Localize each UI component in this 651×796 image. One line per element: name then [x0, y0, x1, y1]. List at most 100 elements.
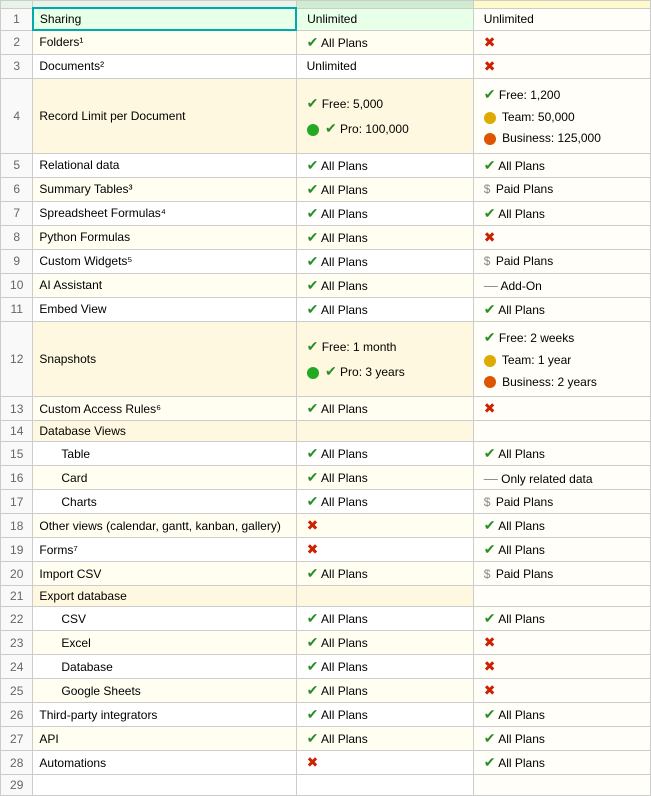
grist-cell: ✔ All Plans — [296, 655, 473, 679]
airtable-cell: ✔ All Plans — [473, 607, 650, 631]
airtable-cell: ✖ — [473, 679, 650, 703]
feature-cell: Relational data — [33, 153, 296, 177]
grist-cell: ✔ Free: 1 month ✔ Pro: 3 years — [296, 321, 473, 396]
grist-cell: ✔ All Plans — [296, 30, 473, 54]
airtable-cell: ✔ All Plans — [473, 442, 650, 466]
comparison-table: 1SharingUnlimitedUnlimited2Folders¹✔ All… — [0, 0, 651, 796]
table-row: 8Python Formulas✔ All Plans✖ — [1, 225, 651, 249]
airtable-cell: ✔ All Plans — [473, 727, 650, 751]
row-number: 17 — [1, 490, 33, 514]
airtable-cell: ✔ All Plans — [473, 751, 650, 775]
row-number: 15 — [1, 442, 33, 466]
check-icon: ✔ — [307, 682, 319, 698]
airtable-cell: ✖ — [473, 225, 650, 249]
airtable-cell: ✔ All Plans — [473, 201, 650, 225]
x-icon: ✖ — [484, 634, 496, 650]
check-icon: ✔ — [484, 754, 496, 770]
row-number: 12 — [1, 321, 33, 396]
col-header-grist — [296, 1, 473, 9]
row-number: 14 — [1, 421, 33, 442]
table-row: 5Relational data✔ All Plans✔ All Plans — [1, 153, 651, 177]
table-row: 7Spreadsheet Formulas⁴✔ All Plans✔ All P… — [1, 201, 651, 225]
grist-line: ✔ Pro: 3 years — [307, 359, 467, 384]
check-icon: ✔ — [307, 301, 319, 317]
row-number: 1 — [1, 8, 33, 30]
check-icon: ✔ — [307, 253, 319, 269]
feature-cell: AI Assistant — [33, 273, 296, 297]
feature-cell: Summary Tables³ — [33, 177, 296, 201]
grist-cell — [296, 775, 473, 796]
row-number: 13 — [1, 397, 33, 421]
check-icon: ✔ — [307, 34, 319, 50]
check-icon: ✔ — [307, 400, 319, 416]
airtable-line: ✔ Free: 2 weeks — [484, 325, 644, 350]
airtable-cell — [473, 421, 650, 442]
dollar-icon: $ — [484, 567, 491, 581]
row-number: 21 — [1, 586, 33, 607]
table-row: 6Summary Tables³✔ All Plans$ Paid Plans — [1, 177, 651, 201]
feature-cell: Table — [33, 442, 296, 466]
feature-cell — [33, 775, 296, 796]
col-header-feature — [33, 1, 296, 9]
table-row: 20Import CSV✔ All Plans$ Paid Plans — [1, 562, 651, 586]
grist-cell — [296, 586, 473, 607]
table-row: 25Google Sheets✔ All Plans✖ — [1, 679, 651, 703]
airtable-line: Team: 1 year — [484, 350, 644, 372]
grist-cell: ✔ All Plans — [296, 466, 473, 490]
airtable-cell: — Add-On — [473, 273, 650, 297]
row-number: 22 — [1, 607, 33, 631]
feature-cell: Sharing — [33, 8, 296, 30]
row-number: 10 — [1, 273, 33, 297]
feature-cell: Google Sheets — [33, 679, 296, 703]
check-icon: ✔ — [484, 610, 496, 626]
table-row: 3Documents²Unlimited✖ — [1, 54, 651, 78]
airtable-cell — [473, 775, 650, 796]
dollar-icon: $ — [484, 495, 491, 509]
airtable-line: Business: 2 years — [484, 372, 644, 394]
check-icon: ✔ — [307, 634, 319, 650]
table-row: 4Record Limit per Document✔ Free: 5,000 … — [1, 78, 651, 153]
grist-cell: ✔ All Plans — [296, 490, 473, 514]
airtable-cell: $ Paid Plans — [473, 562, 650, 586]
col-header-num — [1, 1, 33, 9]
x-icon: ✖ — [484, 229, 496, 245]
row-number: 23 — [1, 631, 33, 655]
dash-icon: — — [484, 277, 498, 293]
grist-cell: ✔ All Plans — [296, 273, 473, 297]
table-row: 1SharingUnlimitedUnlimited — [1, 8, 651, 30]
dollar-icon: $ — [484, 254, 491, 268]
airtable-cell: ✖ — [473, 397, 650, 421]
row-number: 9 — [1, 249, 33, 273]
x-icon: ✖ — [307, 541, 319, 557]
grist-cell: ✔ Free: 5,000 ✔ Pro: 100,000 — [296, 78, 473, 153]
grist-line: ✔ Pro: 100,000 — [307, 116, 467, 141]
grist-cell: ✖ — [296, 751, 473, 775]
check-icon: ✔ — [484, 157, 496, 173]
airtable-cell — [473, 586, 650, 607]
x-icon: ✖ — [307, 754, 319, 770]
row-number: 24 — [1, 655, 33, 679]
grist-cell: Unlimited — [296, 8, 473, 30]
feature-cell: Custom Access Rules⁶ — [33, 397, 296, 421]
table-row: 28Automations✖✔ All Plans — [1, 751, 651, 775]
feature-cell: Charts — [33, 490, 296, 514]
airtable-cell: Unlimited — [473, 8, 650, 30]
row-number: 3 — [1, 54, 33, 78]
table-row: 2Folders¹✔ All Plans✖ — [1, 30, 651, 54]
table-row: 11Embed View✔ All Plans✔ All Plans — [1, 297, 651, 321]
airtable-cell: ✖ — [473, 631, 650, 655]
row-number: 4 — [1, 78, 33, 153]
table-row: 17Charts✔ All Plans$ Paid Plans — [1, 490, 651, 514]
check-icon: ✔ — [484, 517, 496, 533]
grist-cell: ✔ All Plans — [296, 153, 473, 177]
table-row: 26Third-party integrators✔ All Plans✔ Al… — [1, 703, 651, 727]
row-number: 29 — [1, 775, 33, 796]
table-row: 16Card✔ All Plans— Only related data — [1, 466, 651, 490]
grist-cell: ✔ All Plans — [296, 297, 473, 321]
grist-cell: ✔ All Plans — [296, 727, 473, 751]
airtable-cell: ✔ All Plans — [473, 538, 650, 562]
airtable-cell: — Only related data — [473, 466, 650, 490]
check-icon: ✔ — [307, 229, 319, 245]
check-icon: ✔ — [484, 541, 496, 557]
dollar-icon: $ — [484, 182, 491, 196]
